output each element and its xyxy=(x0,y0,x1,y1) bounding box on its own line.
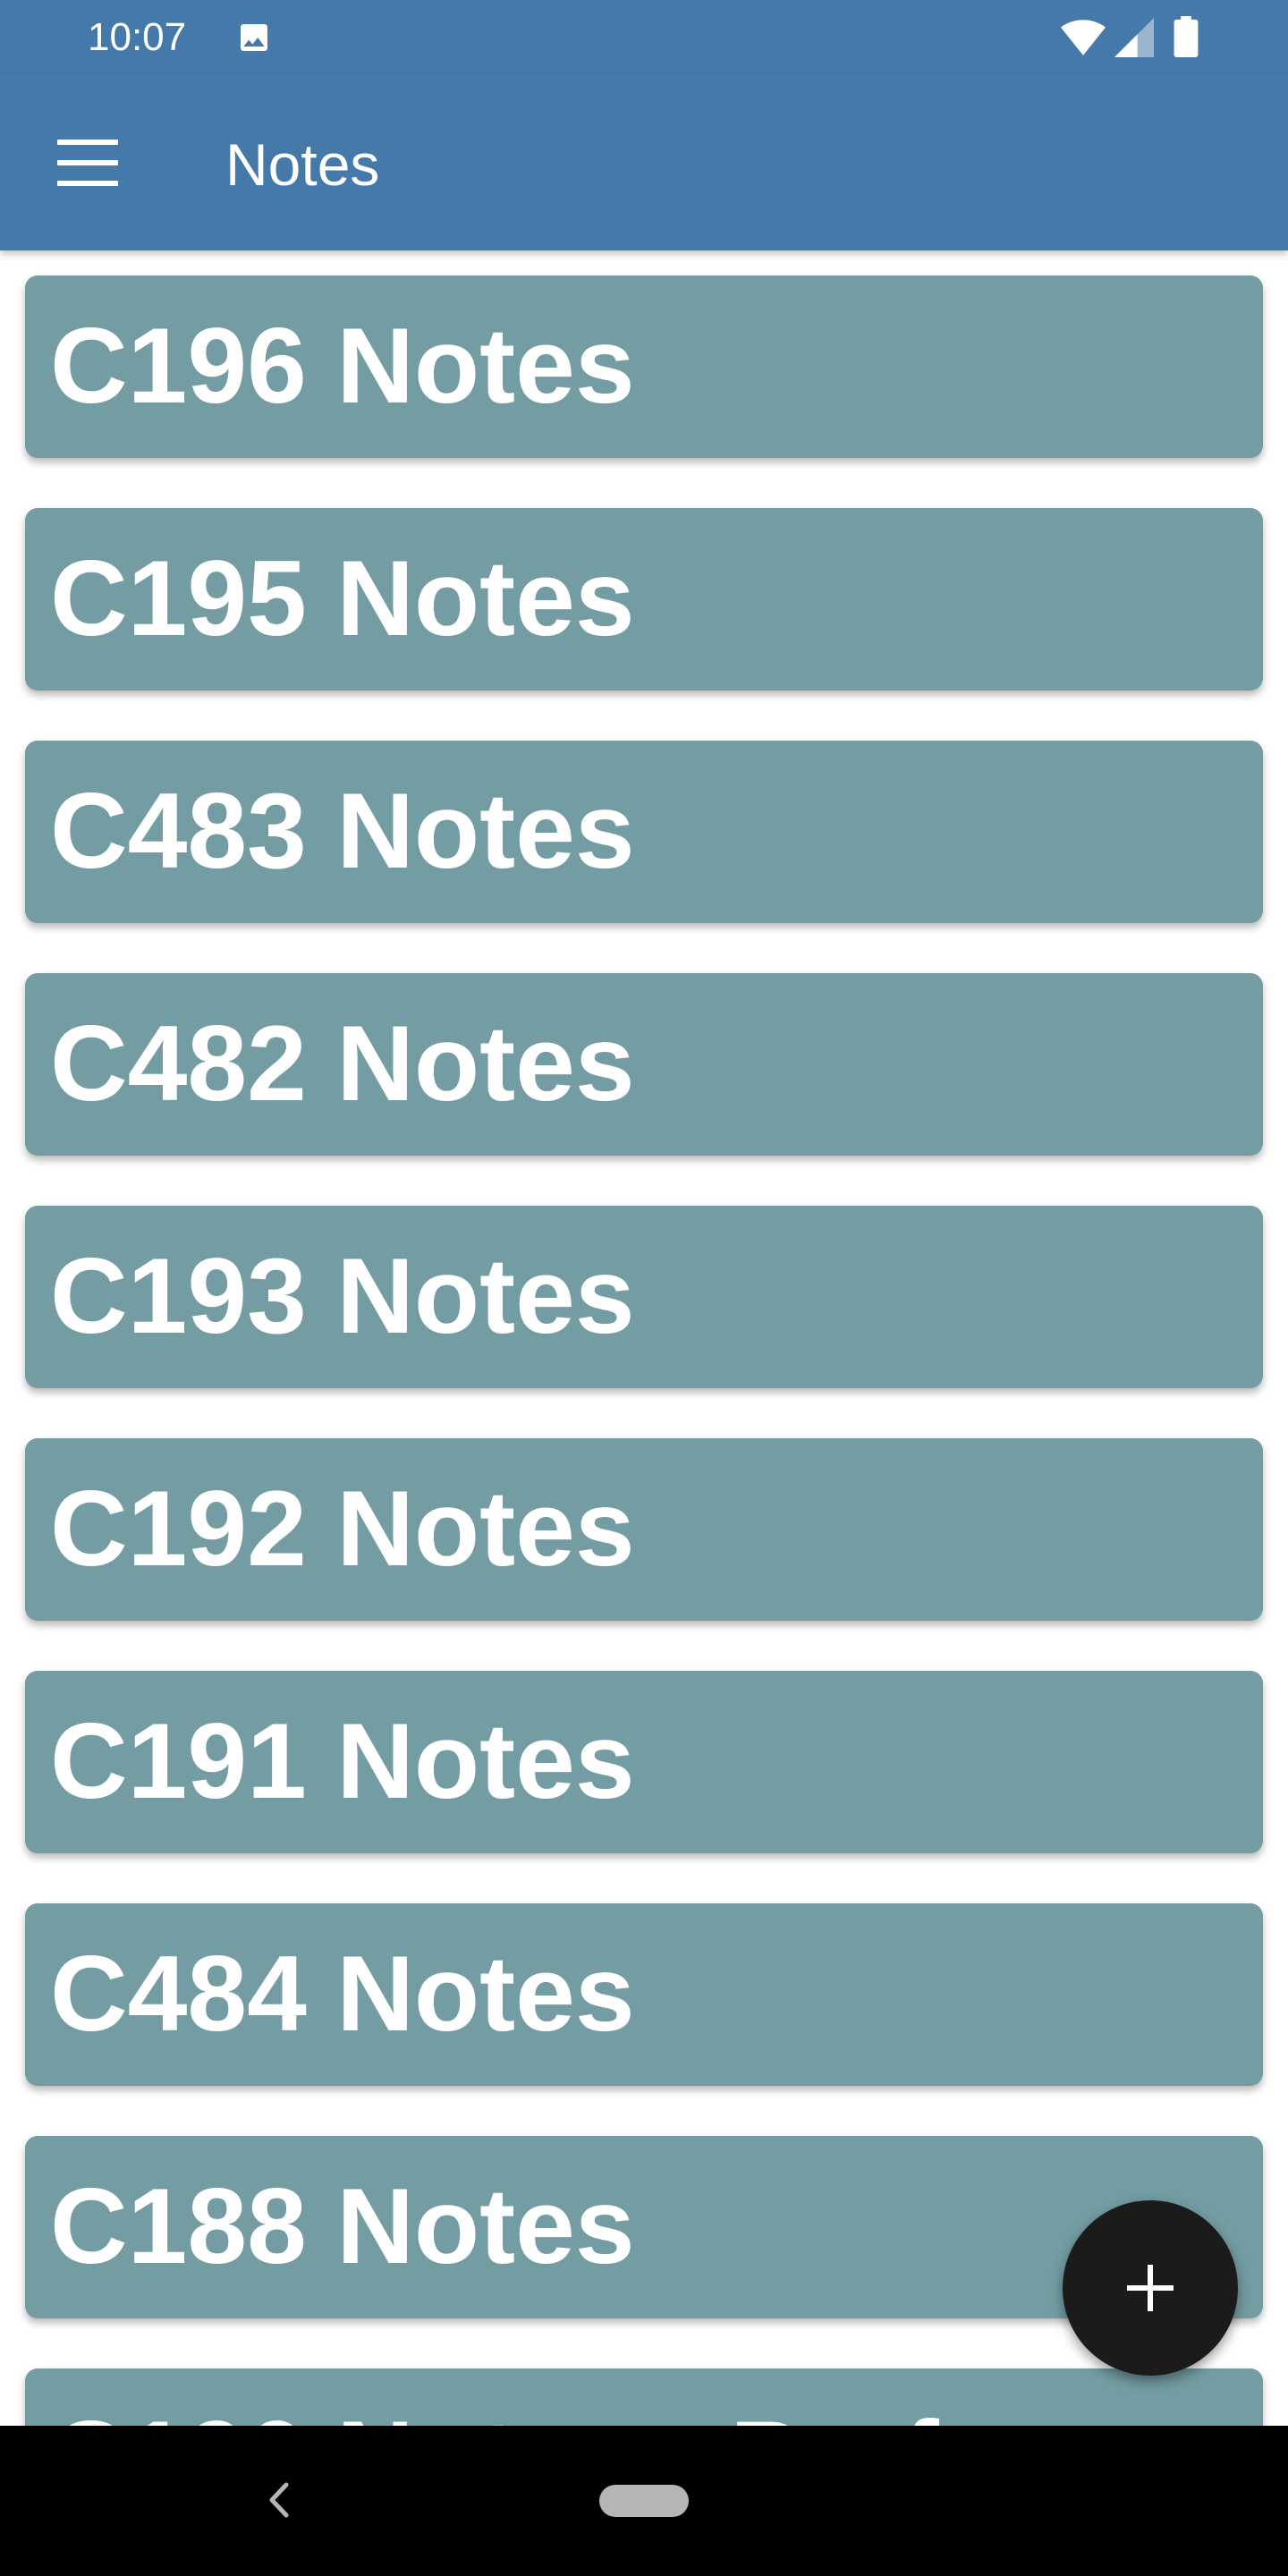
home-pill[interactable] xyxy=(599,2485,689,2517)
note-title: C190 Notes - Perf xyxy=(50,2392,939,2426)
note-card[interactable]: C190 Notes - Perf xyxy=(25,2368,1263,2426)
note-card[interactable]: C195 Notes xyxy=(25,508,1263,691)
add-note-button[interactable] xyxy=(1063,2200,1238,2376)
status-time: 10:07 xyxy=(88,15,187,59)
wifi-icon xyxy=(1061,20,1106,55)
notes-list[interactable]: C196 Notes C195 Notes C483 Notes C482 No… xyxy=(0,250,1288,2426)
note-title: C482 Notes xyxy=(50,1004,635,1123)
hamburger-menu-icon[interactable] xyxy=(57,140,118,186)
note-title: C484 Notes xyxy=(50,1934,635,2054)
status-bar: 10:07 xyxy=(0,0,1288,75)
signal-icon xyxy=(1114,18,1154,57)
image-icon xyxy=(241,24,267,51)
note-card[interactable]: C483 Notes xyxy=(25,741,1263,923)
battery-icon xyxy=(1174,16,1199,57)
note-title: C195 Notes xyxy=(50,538,635,658)
note-card[interactable]: C484 Notes xyxy=(25,1903,1263,2086)
note-card[interactable]: C193 Notes xyxy=(25,1206,1263,1388)
note-card[interactable]: C482 Notes xyxy=(25,973,1263,1156)
note-card[interactable]: C196 Notes xyxy=(25,275,1263,458)
note-title: C191 Notes xyxy=(50,1701,635,1821)
note-title: C196 Notes xyxy=(50,306,635,426)
app-bar: Notes xyxy=(0,75,1288,250)
note-title: C193 Notes xyxy=(50,1236,635,1356)
system-nav-bar xyxy=(0,2426,1288,2576)
note-card[interactable]: C191 Notes xyxy=(25,1671,1263,1853)
plus-icon xyxy=(1127,2265,1174,2311)
back-icon[interactable] xyxy=(265,2479,292,2521)
app-title: Notes xyxy=(225,131,380,198)
note-title: C192 Notes xyxy=(50,1469,635,1589)
note-title: C188 Notes xyxy=(50,2166,635,2286)
note-card[interactable]: C192 Notes xyxy=(25,1438,1263,1621)
note-title: C483 Notes xyxy=(50,771,635,891)
